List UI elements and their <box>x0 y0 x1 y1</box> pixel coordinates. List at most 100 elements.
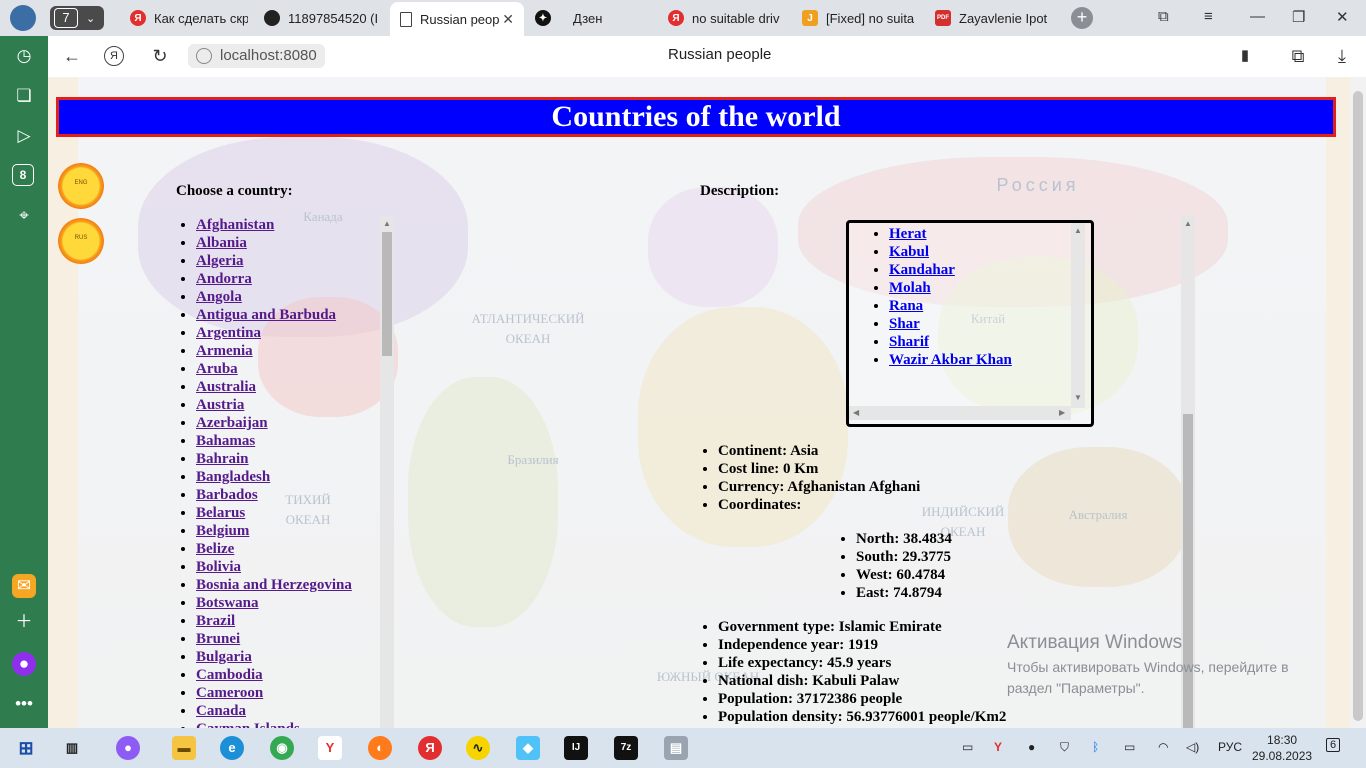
scroll-up-icon[interactable]: ▲ <box>383 219 391 228</box>
country-item-link[interactable]: Canada <box>196 703 246 719</box>
tab-4[interactable]: ✦ Дзен <box>535 4 635 32</box>
volume-icon[interactable]: ◁) <box>1186 740 1199 754</box>
country-item-link[interactable]: Bahamas <box>196 433 255 449</box>
tab-1[interactable]: Я Как сделать скр <box>130 4 248 32</box>
country-item-link[interactable]: Azerbaijan <box>196 415 268 431</box>
country-item-link[interactable]: Armenia <box>196 343 253 359</box>
tab-active[interactable]: Russian peop ✕ <box>390 2 524 36</box>
country-item-link[interactable]: Bangladesh <box>196 469 270 485</box>
lang-rus-button[interactable]: RUS <box>58 218 104 264</box>
city-item-link[interactable]: Kandahar <box>889 262 955 278</box>
country-item-link[interactable]: Argentina <box>196 325 261 341</box>
microphone-icon[interactable]: ● <box>1028 740 1035 754</box>
country-item-link[interactable]: Bulgaria <box>196 649 252 665</box>
firefox-icon[interactable]: ◐ <box>368 736 392 760</box>
country-item-link[interactable]: Belarus <box>196 505 245 521</box>
back-arrow-icon[interactable]: ← <box>60 44 84 68</box>
country-item-link[interactable]: Angola <box>196 289 242 305</box>
country-item-link[interactable]: Belize <box>196 541 234 557</box>
tab-manager-icon[interactable]: ⧉ <box>1158 8 1169 25</box>
country-item-link[interactable]: Bahrain <box>196 451 249 467</box>
app-icon[interactable]: ◆ <box>516 736 540 760</box>
close-window-icon[interactable]: ✕ <box>1336 8 1349 26</box>
extensions-icon[interactable]: ⧉ <box>1286 44 1310 68</box>
alice-icon[interactable]: ● <box>116 736 140 760</box>
country-item-link[interactable]: Algeria <box>196 253 243 269</box>
close-icon[interactable]: ✕ <box>502 11 514 28</box>
windows-start-icon[interactable]: ⊞ <box>14 736 38 760</box>
minimize-icon[interactable]: — <box>1250 8 1265 25</box>
new-tab-button[interactable]: + <box>1071 7 1093 29</box>
country-item-link[interactable]: Belgium <box>196 523 249 539</box>
scroll-up-icon[interactable]: ▲ <box>1074 226 1082 235</box>
tab-6[interactable]: J [Fixed] no suita <box>802 4 914 32</box>
menu-icon[interactable]: ≡ <box>1204 8 1213 25</box>
scroll-left-icon[interactable]: ◀ <box>853 408 859 417</box>
reload-icon[interactable]: ↻ <box>148 44 172 68</box>
bluetooth-icon[interactable]: ᛒ <box>1092 740 1099 754</box>
scroll-down-icon[interactable]: ▼ <box>1074 393 1082 402</box>
tab-7[interactable]: PDF Zayavlenie Ipot <box>935 4 1047 32</box>
city-item-link[interactable]: Sharif <box>889 334 929 350</box>
city-item-link[interactable]: Herat <box>889 226 926 242</box>
yandex-browser-icon[interactable]: Y <box>318 736 342 760</box>
monitor-icon[interactable]: ▭ <box>962 740 973 754</box>
mail-icon[interactable]: ✉ <box>12 574 36 598</box>
country-item-link[interactable]: Bosnia and Herzegovina <box>196 577 352 593</box>
add-icon[interactable]: ＋ <box>12 610 36 634</box>
notification-badge[interactable]: 6 <box>1326 738 1341 752</box>
country-item-link[interactable]: Cameroon <box>196 685 263 701</box>
country-item-link[interactable]: Barbados <box>196 487 258 503</box>
language-indicator[interactable]: РУС <box>1218 740 1242 754</box>
city-item-link[interactable]: Kabul <box>889 244 929 260</box>
more-icon[interactable]: ••• <box>12 692 36 716</box>
yandex-logo-icon[interactable]: Я <box>104 46 124 66</box>
scroll-thumb[interactable] <box>382 232 392 356</box>
city-item-link[interactable]: Rana <box>889 298 923 314</box>
country-item-link[interactable]: Brunei <box>196 631 240 647</box>
country-item-link[interactable]: Afghanistan <box>196 217 274 233</box>
country-item-link[interactable]: Austria <box>196 397 244 413</box>
country-item-link[interactable]: Bolivia <box>196 559 241 575</box>
cities-hscrollbar[interactable]: ◀ ▶ <box>849 406 1071 420</box>
cities-vscrollbar[interactable]: ▲ ▼ <box>1071 223 1085 408</box>
restore-icon[interactable]: ❐ <box>1292 8 1305 26</box>
country-item-link[interactable]: Brazil <box>196 613 235 629</box>
yandex-tray-icon[interactable]: Y <box>994 740 1002 754</box>
country-item-link[interactable]: Cayman Islands <box>196 721 300 728</box>
music-icon[interactable]: ∿ <box>466 736 490 760</box>
intellij-icon[interactable]: IJ <box>564 736 588 760</box>
battery-icon[interactable]: ▭ <box>1124 740 1135 754</box>
page-scrollbar[interactable] <box>1350 77 1366 728</box>
lang-eng-button[interactable]: ENG <box>58 163 104 209</box>
scroll-right-icon[interactable]: ▶ <box>1059 408 1065 417</box>
tab-count-button[interactable]: 7 ⌄ <box>50 6 104 30</box>
page-scroll-thumb[interactable] <box>1353 91 1363 721</box>
country-item-link[interactable]: Aruba <box>196 361 238 377</box>
play-icon[interactable]: ▷ <box>12 124 36 148</box>
country-list-scrollbar[interactable]: ▲ <box>380 216 394 728</box>
city-item-link[interactable]: Wazir Akbar Khan <box>889 352 1012 368</box>
city-item-link[interactable]: Shar <box>889 316 920 332</box>
bookmark-icon[interactable]: ▮ <box>1233 44 1257 68</box>
edge-icon[interactable]: e <box>220 736 244 760</box>
city-item-link[interactable]: Molah <box>889 280 931 296</box>
clock[interactable]: 18:30 29.08.2023 <box>1252 732 1312 764</box>
7zip-icon[interactable]: 7z <box>614 736 638 760</box>
tab-2[interactable]: 11897854520 (I <box>264 4 382 32</box>
screenshot-icon[interactable]: ⌖ <box>12 204 36 228</box>
country-item-link[interactable]: Andorra <box>196 271 252 287</box>
country-item-link[interactable]: Botswana <box>196 595 259 611</box>
file-explorer-icon[interactable]: ▬ <box>172 736 196 760</box>
country-item-link[interactable]: Antigua and Barbuda <box>196 307 336 323</box>
tab-5[interactable]: Я no suitable driv <box>668 4 780 32</box>
app-8-icon[interactable]: 8 <box>12 164 34 186</box>
download-icon[interactable]: ⤓ <box>1330 44 1354 68</box>
collections-icon[interactable]: ❏ <box>12 84 36 108</box>
profile-avatar[interactable] <box>10 5 36 31</box>
address-bar[interactable]: localhost:8080 <box>188 44 325 68</box>
alice-icon[interactable]: ● <box>12 652 36 676</box>
task-view-icon[interactable]: ▥ <box>60 736 84 760</box>
country-item-link[interactable]: Albania <box>196 235 247 251</box>
shield-icon[interactable]: ⛉ <box>1060 740 1069 755</box>
